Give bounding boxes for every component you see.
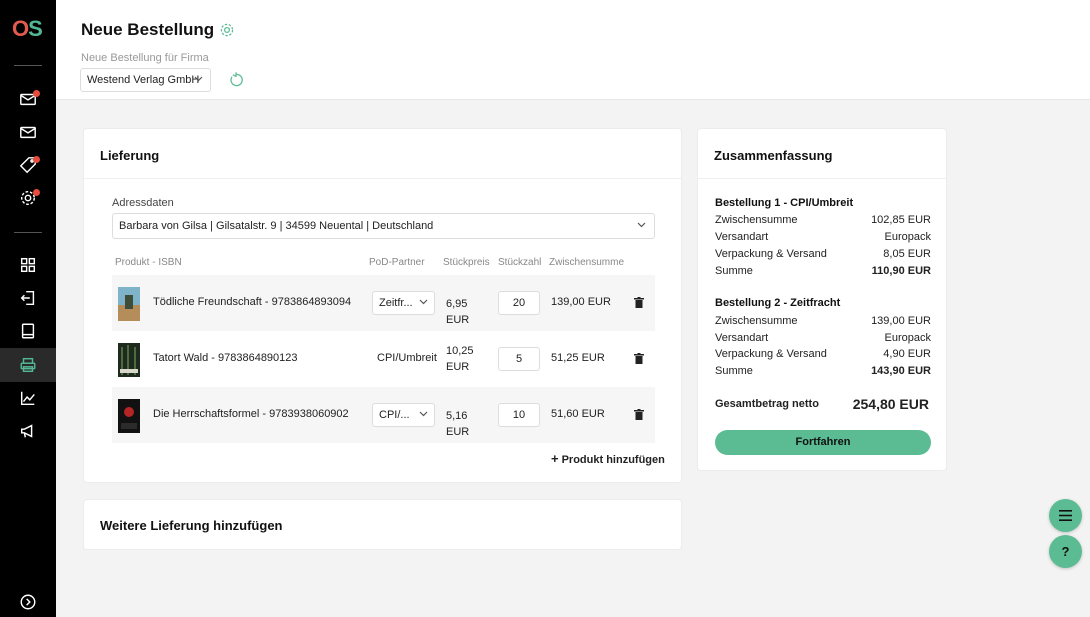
trash-icon[interactable] [634,297,644,308]
sidebar-item-inbox-alerts[interactable] [0,82,56,116]
column-header-price: Stückpreis [443,257,490,268]
column-header-product: Produkt - ISBN [115,257,182,268]
import-icon [20,290,35,306]
partner-value: CPI/Umbreit [377,352,437,364]
sidebar-expand-button[interactable] [0,585,56,617]
chevron-down-icon [637,222,646,228]
add-product-label: Produkt hinzufügen [561,454,665,466]
table-row: Die Herrschaftsformel - 9783938060902 CP… [112,387,655,443]
partner-select[interactable]: Zeitfr... [372,291,435,315]
sidebar-item-books[interactable] [0,314,56,348]
sidebar-divider [14,232,42,233]
total-label: Gesamtbetrag netto [715,398,819,410]
sidebar-item-inbox[interactable] [0,115,56,149]
sidebar-item-dashboard[interactable] [0,248,56,282]
unit-price: 10,25 EUR [446,345,474,373]
add-delivery-title: Weitere Lieferung hinzufügen [100,518,283,533]
notification-badge [33,156,40,163]
summary-sum-line: Summe 110,90 EUR [715,265,931,277]
unit-price: 5,16 EUR [446,410,470,438]
partner-select[interactable]: CPI/... [372,403,435,427]
add-delivery-card[interactable]: Weitere Lieferung hinzufügen [84,500,681,549]
partner-select-value: CPI/... [379,409,410,421]
total-value: 254,80 EUR [852,396,929,412]
notification-badge [33,90,40,97]
book-cover-image [118,399,140,433]
summary-card: Zusammenfassung Bestellung 1 - CPI/Umbre… [698,129,946,470]
hamburger-menu-icon [1059,510,1072,521]
table-row: Tatort Wald - 9783864890123 CPI/Umbreit … [112,331,655,387]
book-icon [21,323,35,339]
summary-line: Verpackung & Versand 8,05 EUR [715,248,931,260]
page-header: Neue Bestellung Neue Bestellung für Firm… [56,0,1090,100]
add-product-button[interactable]: + Produkt hinzufügen [551,451,665,466]
plus-icon: + [551,451,559,466]
card-divider [698,178,946,179]
chart-icon [20,391,35,406]
chevron-down-icon [419,411,428,417]
product-name: Die Herrschaftsformel - 9783938060902 [153,408,349,420]
refresh-icon[interactable] [228,72,244,88]
book-cover-image [118,287,140,321]
printer-icon [20,357,36,373]
order-1-title: Bestellung 1 - CPI/Umbreit [715,197,854,209]
summary-line: Verpackung & Versand 4,90 EUR [715,348,931,360]
menu-fab-button[interactable] [1049,499,1082,532]
summary-line: Zwischensumme 139,00 EUR [715,315,931,327]
chevron-down-icon [419,299,428,305]
sidebar-divider [14,65,42,66]
delivery-title: Lieferung [100,148,160,163]
summary-sum-line: Summe 143,90 EUR [715,365,931,377]
row-subtotal: 139,00 EUR [551,296,611,308]
sidebar-item-tags[interactable] [0,148,56,182]
sidebar-item-statistics[interactable] [0,381,56,415]
address-select-value: Barbara von Gilsa | Gilsatalstr. 9 | 345… [119,220,434,232]
page-title: Neue Bestellung [81,20,215,39]
partner-select-value: Zeitfr... [379,297,413,309]
summary-line: Versandart Europack [715,231,931,243]
quantity-input[interactable]: 5 [498,347,540,371]
quantity-input[interactable]: 10 [498,403,540,427]
company-select[interactable]: Westend Verlag GmbH [80,68,211,92]
trash-icon[interactable] [634,353,644,364]
summary-line: Zwischensumme 102,85 EUR [715,214,931,226]
sidebar-item-settings[interactable] [0,181,56,215]
trash-icon[interactable] [634,409,644,420]
address-select[interactable]: Barbara von Gilsa | Gilsatalstr. 9 | 345… [112,213,655,239]
row-subtotal: 51,25 EUR [551,352,605,364]
product-name: Tödliche Freundschaft - 9783864893094 [153,296,352,308]
summary-line: Versandart Europack [715,332,931,344]
unit-price: 6,95 EUR [446,298,470,326]
gear-icon[interactable] [219,22,235,38]
summary-title: Zusammenfassung [714,148,833,163]
sidebar-item-import[interactable] [0,281,56,315]
notification-badge [33,189,40,196]
expand-icon [20,594,36,610]
address-label: Adressdaten [112,197,174,209]
megaphone-icon [20,424,33,438]
order-2-title: Bestellung 2 - Zeitfracht [715,297,841,309]
card-divider [84,178,681,179]
help-fab-button[interactable]: ? [1049,535,1082,568]
chevron-down-icon [194,76,203,82]
row-subtotal: 51,60 EUR [551,408,605,420]
table-row: Tödliche Freundschaft - 9783864893094 Ze… [112,275,655,331]
mail-icon [20,126,36,139]
sidebar-item-marketing[interactable] [0,414,56,448]
column-header-quantity: Stückzahl [498,257,542,268]
product-name: Tatort Wald - 9783864890123 [153,352,298,364]
dashboard-grid-icon [20,257,36,273]
sidebar-item-print-orders[interactable] [0,348,56,382]
column-header-partner: PoD-Partner [369,257,425,268]
delivery-card: Lieferung Adressdaten Barbara von Gilsa … [84,129,681,482]
company-select-label: Neue Bestellung für Firma [81,52,209,64]
proceed-button[interactable]: Fortfahren [715,430,931,455]
column-header-subtotal: Zwischensumme [549,257,625,268]
company-select-value: Westend Verlag GmbH [87,74,200,86]
app-logo[interactable]: OS [12,16,43,42]
book-cover-image [118,343,140,377]
quantity-input[interactable]: 20 [498,291,540,315]
help-icon: ? [1061,544,1070,559]
sidebar: OS [0,0,56,617]
